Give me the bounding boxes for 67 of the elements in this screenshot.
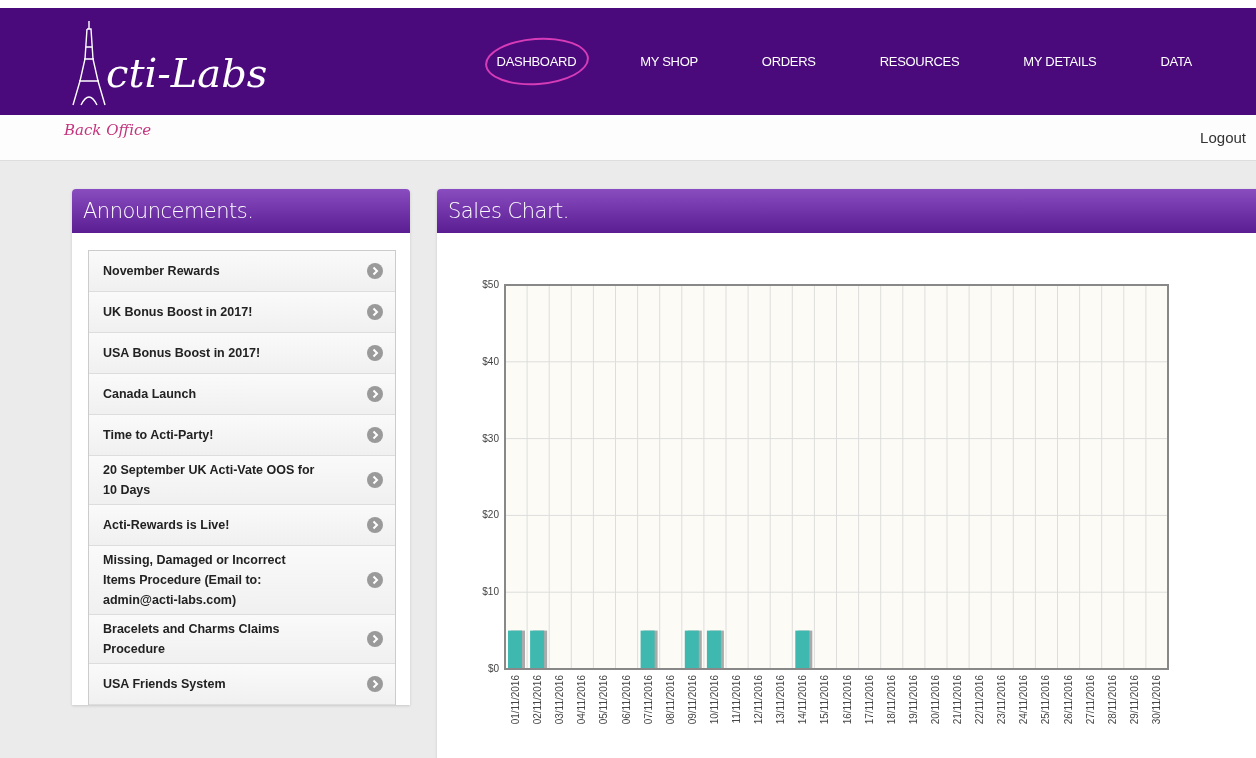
axis-label: $10	[482, 586, 499, 598]
announcement-item[interactable]: Bracelets and Charms Claims Procedure	[89, 615, 395, 664]
announcement-item[interactable]: November Rewards	[89, 251, 395, 292]
axis-label: $40	[482, 355, 499, 367]
logo-text: cti-Labs	[106, 52, 268, 98]
nav-tab[interactable]: ORDERS	[747, 34, 830, 89]
announcement-item[interactable]: 20 September UK Acti-Vate OOS for 10 Days	[89, 456, 395, 505]
axis-label: 03/11/2016	[554, 675, 566, 725]
axis-label: 17/11/2016	[863, 675, 875, 725]
chevron-right-icon	[367, 676, 383, 692]
chevron-right-icon	[367, 472, 383, 488]
axis-label: 01/11/2016	[510, 675, 522, 725]
axis-label: 16/11/2016	[841, 675, 853, 725]
axis-label: 07/11/2016	[642, 675, 654, 725]
logout-link[interactable]: Logout	[1200, 129, 1246, 146]
axis-label: $0	[487, 663, 499, 674]
axis-label: 04/11/2016	[576, 675, 588, 725]
axis-label: 29/11/2016	[1128, 675, 1140, 725]
axis-label: 22/11/2016	[974, 675, 986, 725]
nav-tab[interactable]: MY DETAILS	[1009, 34, 1111, 89]
chevron-right-icon	[367, 386, 383, 402]
announcement-item[interactable]: Missing, Damaged or Incorrect Items Procedure (Email to: admin@acti-labs.com)	[89, 546, 395, 615]
axis-label: 21/11/2016	[952, 675, 964, 725]
chevron-right-icon	[367, 517, 383, 533]
axis-label: 24/11/2016	[1018, 675, 1030, 725]
axis-label: 28/11/2016	[1106, 675, 1118, 725]
panel-title: Announcements.	[72, 189, 410, 233]
axis-label: 09/11/2016	[686, 675, 698, 725]
axis-label: 30/11/2016	[1150, 675, 1162, 725]
subtitle: Back Office	[64, 120, 152, 139]
axis-label: 26/11/2016	[1062, 675, 1074, 725]
axis-label: 08/11/2016	[664, 675, 676, 725]
announcement-item[interactable]: Acti-Rewards is Live!	[89, 505, 395, 546]
announcement-item[interactable]: USA Bonus Boost in 2017!	[89, 333, 395, 374]
axis-label: 10/11/2016	[708, 675, 720, 725]
axis-label: 27/11/2016	[1084, 675, 1096, 725]
axis-label: 25/11/2016	[1040, 675, 1052, 725]
axis-label: 13/11/2016	[775, 675, 787, 725]
chevron-right-icon	[367, 631, 383, 647]
chevron-right-icon	[367, 345, 383, 361]
chevron-right-icon	[367, 304, 383, 320]
axis-label: 20/11/2016	[929, 675, 941, 725]
axis-label: $30	[482, 432, 499, 444]
axis-label: 18/11/2016	[885, 675, 897, 725]
announcement-item[interactable]: Canada Launch	[89, 374, 395, 415]
axis-label: 11/11/2016	[731, 675, 743, 724]
axis-label: 19/11/2016	[907, 675, 919, 725]
axis-label: 02/11/2016	[532, 675, 544, 725]
nav-tab[interactable]: RESOURCES	[865, 34, 974, 89]
chevron-right-icon	[367, 427, 383, 443]
axis-label: 15/11/2016	[819, 675, 831, 725]
chevron-right-icon	[367, 263, 383, 279]
nav-tab[interactable]: DATA	[1146, 34, 1206, 89]
eiffel-tower-icon	[72, 18, 106, 107]
axis-label: $20	[482, 509, 499, 521]
axis-label: 12/11/2016	[753, 675, 765, 725]
axis-label: 05/11/2016	[598, 675, 610, 725]
axis-label: 06/11/2016	[620, 675, 632, 725]
announcement-item[interactable]: UK Bonus Boost in 2017!	[89, 292, 395, 333]
nav-tab[interactable]: MY SHOP	[626, 34, 712, 89]
announcement-item[interactable]: USA Friends System	[89, 664, 395, 705]
panel-title: Sales Chart.	[437, 189, 1256, 233]
axis-label: 14/11/2016	[797, 675, 809, 725]
chevron-right-icon	[367, 572, 383, 588]
axis-label: $50	[482, 279, 499, 290]
axis-label: 23/11/2016	[996, 675, 1008, 725]
announcement-item[interactable]: Time to Acti-Party!	[89, 415, 395, 456]
